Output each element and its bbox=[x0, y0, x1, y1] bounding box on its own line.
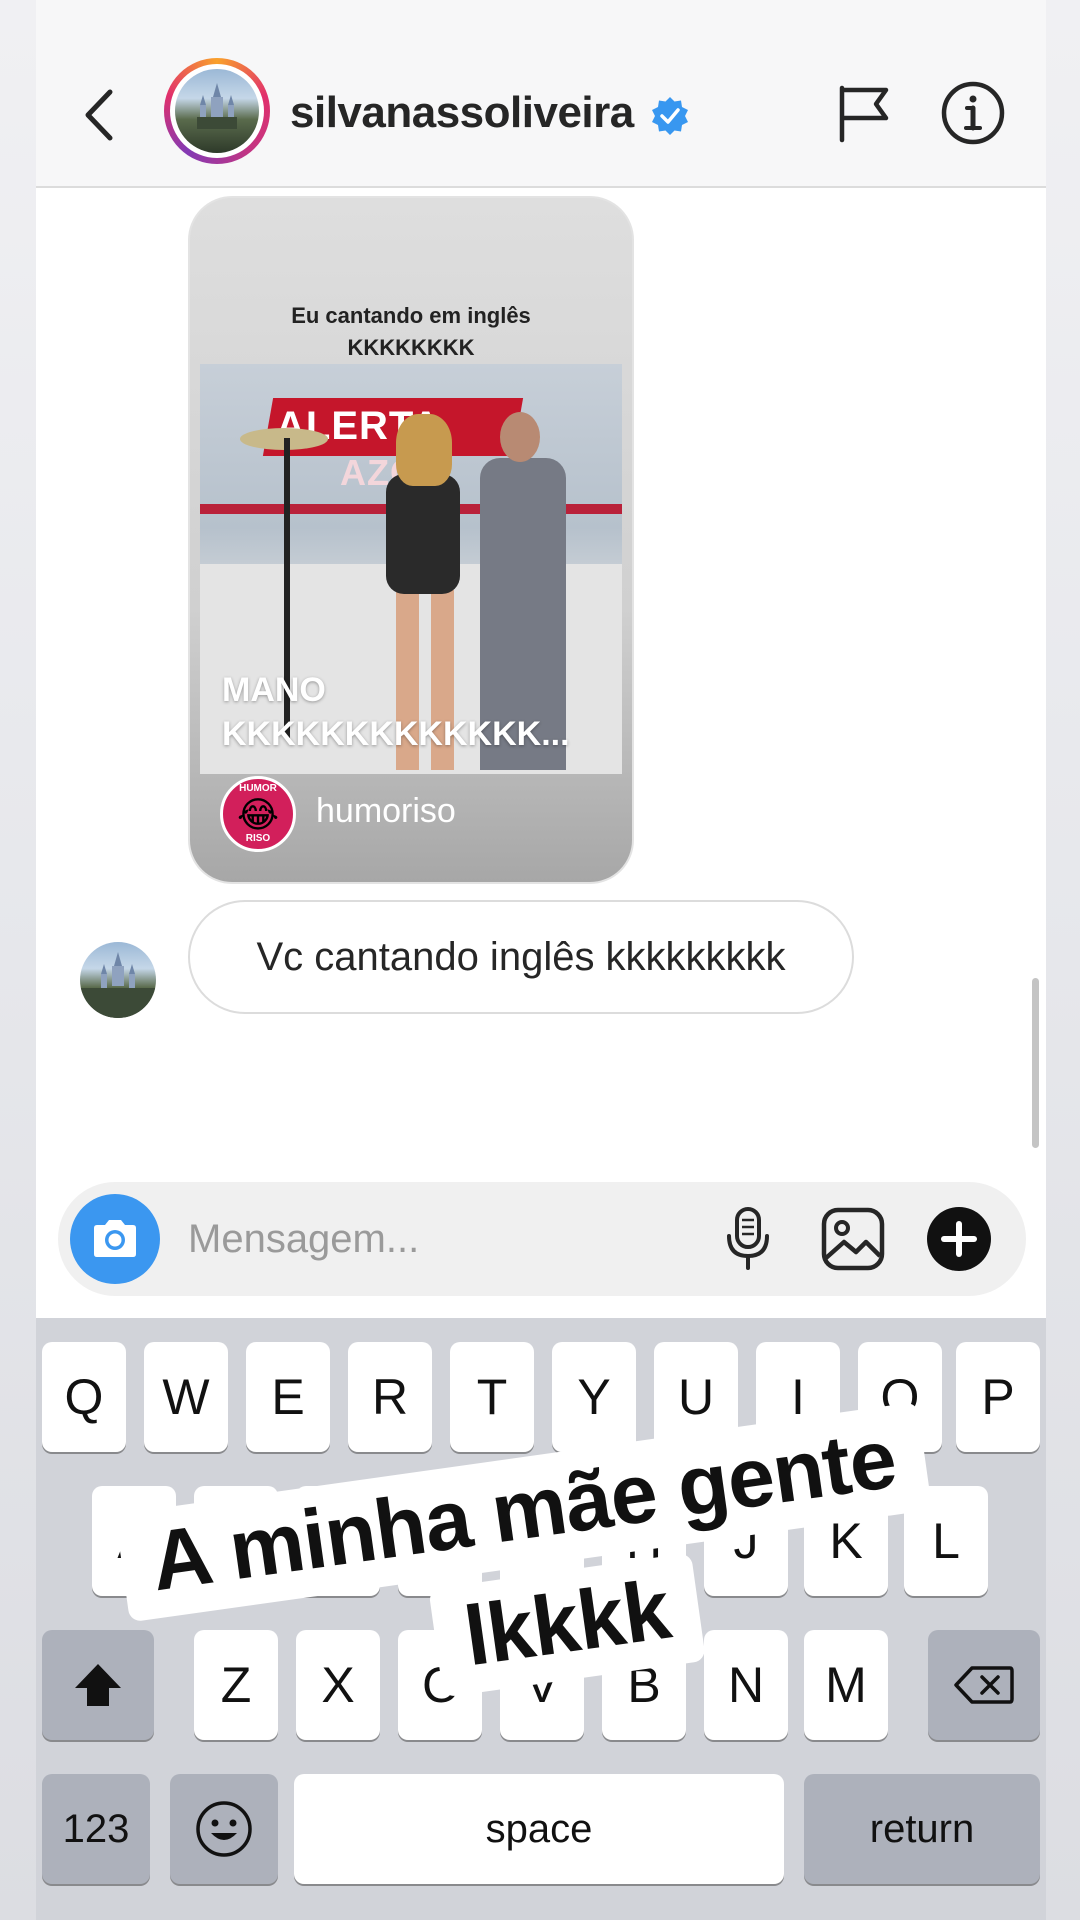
woman-head bbox=[396, 414, 452, 486]
post-title: MANO KKKKKKKKKKKKK... bbox=[222, 671, 570, 753]
return-key[interactable]: return bbox=[804, 1774, 1040, 1884]
laughing-emoji-icon: 😂 bbox=[237, 794, 280, 835]
castle-icon bbox=[80, 952, 156, 1018]
woman-figure bbox=[386, 474, 460, 594]
backspace-icon bbox=[954, 1666, 1014, 1704]
message-composer bbox=[58, 1182, 1026, 1296]
chat-header: silvanassoliveira bbox=[36, 0, 1046, 188]
space-key[interactable]: space bbox=[294, 1774, 784, 1884]
verified-badge-icon bbox=[650, 96, 690, 136]
sender-avatar[interactable] bbox=[80, 942, 156, 1018]
castle-icon bbox=[197, 83, 237, 129]
post-caption: Eu cantando em inglês KKKKKKKK bbox=[291, 303, 531, 360]
post-author-name[interactable]: humoriso bbox=[316, 792, 456, 831]
username[interactable]: silvanassoliveira bbox=[290, 88, 634, 138]
shared-post-card[interactable]: Eu cantando em inglês KKKKKKKK ALERTA AZ… bbox=[188, 196, 634, 884]
dm-screen: silvanassoliveira Eu cantando em inglês … bbox=[36, 0, 1046, 1920]
post-author-avatar[interactable]: HUMOR 😂 RISO bbox=[220, 776, 296, 852]
info-icon[interactable] bbox=[940, 80, 1006, 146]
gallery-icon[interactable] bbox=[820, 1206, 886, 1272]
camera-icon[interactable] bbox=[70, 1194, 160, 1284]
profile-avatar[interactable] bbox=[164, 58, 270, 164]
back-icon[interactable] bbox=[76, 78, 126, 148]
add-content-plus-icon[interactable] bbox=[926, 1206, 992, 1272]
key-m[interactable]: M bbox=[804, 1630, 888, 1740]
message-bubble[interactable]: Vc cantando inglês kkkkkkkkk bbox=[188, 900, 854, 1014]
emoji-smiley-icon bbox=[196, 1801, 252, 1857]
message-input[interactable] bbox=[188, 1212, 688, 1266]
emoji-key[interactable] bbox=[170, 1774, 278, 1884]
microphone-icon[interactable] bbox=[724, 1206, 772, 1272]
man-head bbox=[500, 412, 540, 462]
backspace-key[interactable] bbox=[928, 1630, 1040, 1740]
key-n[interactable]: N bbox=[704, 1630, 788, 1740]
scrollbar[interactable] bbox=[1032, 978, 1039, 1148]
badge-bottom-text: RISO bbox=[245, 833, 271, 844]
report-flag-icon[interactable] bbox=[836, 82, 892, 144]
badge-top-text: HUMOR bbox=[239, 783, 277, 794]
numbers-key[interactable]: 123 bbox=[42, 1774, 150, 1884]
